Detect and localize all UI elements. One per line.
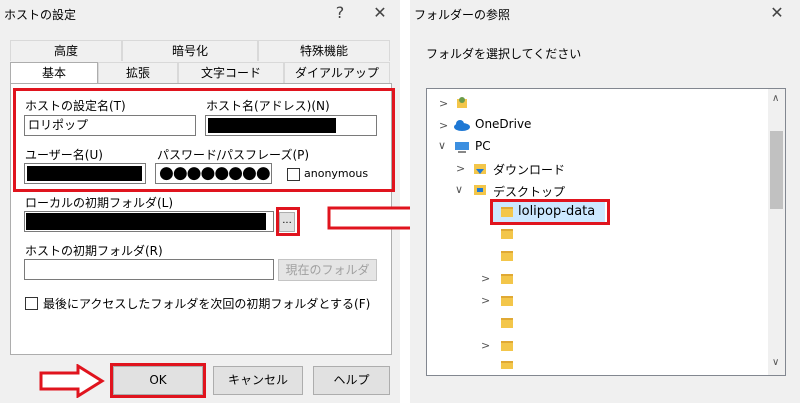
tab-advanced[interactable]: 高度 [10,40,122,61]
local-folder-input[interactable] [24,211,274,232]
tab-encryption[interactable]: 暗号化 [122,40,258,61]
host-folder-input[interactable] [24,259,274,280]
current-folder-button[interactable]: 現在のフォルダ [278,259,377,281]
folder-icon [501,361,513,369]
chevron-down-icon[interactable]: ∨ [455,183,463,196]
redacted-username [27,166,142,181]
last-folder-checkbox-label: 最後にアクセスしたフォルダを次回の初期フォルダとする(F) [43,297,371,311]
folder-icon [501,251,513,261]
scroll-down-icon[interactable]: ∨ [772,357,779,368]
password-input[interactable]: ●●●●●●●● [155,163,272,184]
tab-special[interactable]: 特殊機能 [258,40,390,61]
user-folder-icon [457,97,467,108]
ok-button[interactable]: OK [113,366,203,395]
folder-icon [501,318,513,328]
arrow-to-ok-icon [39,364,105,398]
folder-tree[interactable]: > > OneDrive ∨ PC > ダウンロード ∨ デスクトップ loli… [426,88,786,376]
password-label: パスワード/パスフレーズ(P) [157,148,310,162]
browse-button[interactable]: ... [279,212,295,232]
host-name-label: ホスト名(アドレス)(N) [206,99,330,113]
chevron-right-icon[interactable]: > [481,272,490,285]
local-folder-label: ローカルの初期フォルダ(L) [25,196,174,210]
tree-item-downloads[interactable]: ダウンロード [493,161,565,178]
anonymous-checkbox[interactable] [287,168,300,181]
tree-item-desktop[interactable]: デスクトップ [493,183,565,200]
folder-icon [501,296,513,306]
chevron-right-icon[interactable]: > [481,294,490,307]
help-button[interactable]: ヘルプ [313,366,390,395]
host-setting-name-label: ホストの設定名(T) [25,99,126,113]
tab-extended[interactable]: 拡張 [98,62,178,83]
host-folder-label: ホストの初期フォルダ(R) [25,244,163,258]
username-label: ユーザー名(U) [25,148,103,162]
desktop-icon [474,185,486,195]
folder-icon [501,341,513,351]
folder-browse-dialog: フォルダーの参照 ✕ フォルダを選択してください > > OneDrive ∨ … [410,0,800,403]
instruction-text: フォルダを選択してください [426,47,582,61]
chevron-right-icon[interactable]: > [481,339,490,352]
help-icon[interactable]: ? [330,3,350,22]
chevron-right-icon[interactable]: > [439,97,448,110]
close-icon[interactable]: ✕ [368,3,392,22]
folder-icon [501,207,513,217]
folder-icon [501,229,513,239]
cloud-icon [454,120,470,131]
chevron-down-icon[interactable]: ∨ [438,139,446,152]
close-icon[interactable]: ✕ [765,3,789,22]
tree-item-onedrive[interactable]: OneDrive [475,117,531,131]
vertical-scrollbar[interactable]: ∧ ∨ [768,89,785,375]
pc-icon [455,142,469,153]
host-setting-name-input[interactable]: ロリポップ [24,115,196,136]
tab-dialup[interactable]: ダイアルアップ [284,62,390,83]
scrollbar-thumb[interactable] [770,131,783,209]
chevron-right-icon[interactable]: > [456,162,465,175]
redacted-host-name [208,118,336,133]
anonymous-label: anonymous [304,167,369,180]
tree-item-lolipop-data[interactable]: lolipop-data [518,204,595,219]
scroll-up-icon[interactable]: ∧ [772,93,779,104]
redacted-local-folder [26,213,266,230]
tree-item-pc[interactable]: PC [475,139,491,153]
tab-basic[interactable]: 基本 [10,62,98,84]
download-icon [474,164,486,174]
tab-charset[interactable]: 文字コード [178,62,284,83]
folder-dialog-title: フォルダーの参照 [414,8,511,22]
username-input[interactable] [24,163,146,184]
dialog-title: ホストの設定 [4,8,77,22]
host-name-input[interactable] [205,115,377,136]
chevron-right-icon[interactable]: > [439,119,448,132]
last-folder-checkbox[interactable] [25,297,38,310]
folder-icon [501,274,513,284]
cancel-button[interactable]: キャンセル [213,366,303,395]
